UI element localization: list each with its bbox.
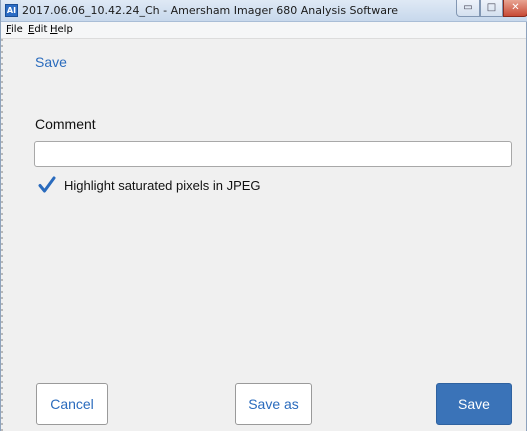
highlight-checkbox[interactable] [38,176,56,194]
comment-input[interactable] [34,141,512,167]
highlight-label[interactable]: Highlight saturated pixels in JPEG [64,178,261,193]
menu-file[interactable]: File [6,24,23,35]
title-bar[interactable]: AI 2017.06.06_10.42.24_Ch - Amersham Ima… [1,0,527,22]
app-window: AI 2017.06.06_10.42.24_Ch - Amersham Ima… [0,0,527,431]
cancel-button[interactable]: Cancel [36,383,108,425]
page-title: Save [35,54,67,70]
window-title: 2017.06.06_10.42.24_Ch - Amersham Imager… [22,4,399,17]
app-icon: AI [5,4,18,17]
menu-edit[interactable]: Edit [28,24,47,35]
checkmark-icon [38,176,56,193]
minimize-icon: ▭ [463,2,473,13]
maximize-icon: □ [486,2,497,13]
close-icon: ✕ [511,2,520,13]
close-button[interactable]: ✕ [503,0,527,17]
menu-help[interactable]: Help [50,24,73,35]
window-left-edge [1,39,3,431]
comment-label: Comment [35,116,96,132]
minimize-button[interactable]: ▭ [456,0,480,17]
maximize-button[interactable]: □ [480,0,503,17]
menu-bar: File Edit Help [1,22,526,39]
save-as-button[interactable]: Save as [235,383,312,425]
save-button[interactable]: Save [436,383,512,425]
